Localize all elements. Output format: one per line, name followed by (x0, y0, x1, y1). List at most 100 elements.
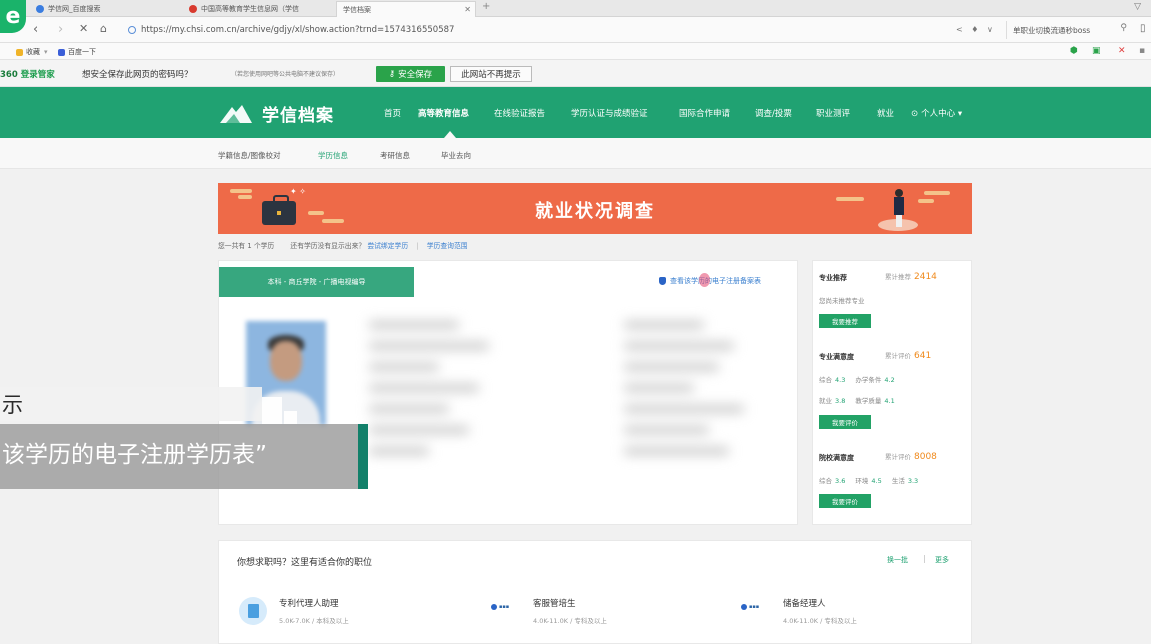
nav-certification[interactable]: 学历认证与成绩验证 (571, 107, 648, 119)
sidebar-toggle-icon[interactable]: ▯ (1140, 23, 1146, 34)
tab-title: 学信网_百度搜索 (48, 5, 101, 13)
tab-chsi-home[interactable]: 中国高等教育学生信息网（学信 (183, 1, 333, 17)
stop-icon[interactable]: ✕ (79, 22, 88, 35)
nav-career-test[interactable]: 职业测评 (816, 107, 850, 119)
search-text: 单职业切换流通秒boss (1013, 25, 1091, 35)
browser-logo-icon[interactable]: e (0, 0, 26, 33)
more-jobs-link[interactable]: 更多 (935, 555, 949, 565)
bind-degree-link[interactable]: 尝试绑定学历 (367, 242, 408, 250)
url-text: https://my.chsi.com.cn/archive/gdjy/xl/s… (141, 25, 455, 35)
subnav-graduate-exam[interactable]: 考研信息 (380, 150, 410, 161)
browser-search-input[interactable]: 单职业切换流通秒boss ⚲ (1006, 21, 1131, 39)
missing-hint: 还有学历没有显示出来？ (290, 242, 366, 250)
baidu-favicon-icon (36, 5, 44, 13)
survey-banner[interactable]: ✦ ✧ 就业状况调查 (218, 183, 972, 234)
never-prompt-button[interactable]: 此网站不再提示 (450, 66, 532, 82)
shield-icon (659, 277, 666, 285)
company-logo-icon: ▪▪▪ (491, 599, 525, 615)
baidu-paw-icon (58, 48, 65, 56)
save-password-button[interactable]: ⚷ 安全保存 (376, 66, 445, 82)
url-field[interactable]: https://my.chsi.com.cn/archive/gdjy/xl/s… (128, 21, 1003, 39)
save-note: （若您使用网吧等公共电脑不建议保存） (231, 71, 340, 78)
360-logo: 360 登录管家 (0, 70, 55, 80)
major-sat-title: 专业满意度 (819, 353, 854, 361)
nav-user-center[interactable]: ⊙ 个人中心 ▾ (911, 107, 962, 119)
major-rec-title: 专业推荐 (819, 274, 847, 282)
banner-decoration (836, 197, 864, 201)
rate-school-button[interactable]: 我要评价 (819, 494, 871, 508)
major-sat-count: 累计评价 641 (885, 351, 932, 361)
search-icon[interactable]: ⚲ (1120, 23, 1127, 33)
close-extension-icon[interactable]: ✕ (1118, 46, 1126, 56)
subtitle-line-1: 示 (0, 387, 262, 421)
banner-decoration (230, 189, 252, 193)
site-logo[interactable]: 学信档案 (218, 101, 334, 126)
banner-decoration (918, 199, 934, 203)
subnav-destination[interactable]: 毕业去向 (441, 150, 471, 161)
tab-title: 中国高等教育学生信息网（学信 (201, 5, 299, 13)
tab-bar: 学信网_百度搜索 中国高等教育学生信息网（学信 学信档案 ✕ + ▽ (0, 0, 1151, 17)
forward-icon[interactable]: › (58, 22, 63, 37)
subnav-status-photo[interactable]: 学籍信息/图像校对 (218, 150, 281, 161)
home-icon[interactable]: ⌂ (100, 22, 107, 35)
nav-home[interactable]: 首页 (384, 107, 401, 119)
job-item[interactable]: ▪▪▪ 储备经理人 4.0K-11.0K / 专科及以上 (741, 597, 857, 625)
school-sat-title: 院校满意度 (819, 454, 854, 462)
subtitle-decoration (284, 411, 297, 424)
back-icon[interactable]: ‹ (33, 22, 38, 37)
degree-count-line: 您一共有 1 个学历 还有学历没有显示出来？ 尝试绑定学历 | 学历查询范围 (218, 242, 468, 250)
job-name: 储备经理人 (783, 599, 826, 609)
chsi-logo-icon (220, 104, 252, 123)
rate-major-button[interactable]: 我要评价 (819, 415, 871, 429)
jobs-title: 你想求职吗？这里有适合你的职位 (237, 558, 373, 568)
tab-list-icon[interactable]: ▽ (1134, 2, 1141, 12)
job-meta: 4.0K-11.0K / 专科及以上 (533, 617, 607, 625)
tab-baidu-search[interactable]: 学信网_百度搜索 (30, 1, 180, 17)
bookmark-favorites[interactable]: 收藏 ▾ (16, 47, 48, 57)
subnav-degree-info[interactable]: 学历信息 (318, 150, 348, 161)
bookmark-label: 收藏 (26, 48, 40, 56)
tab-title: 学信档案 (343, 5, 371, 14)
blurred-degree-info (624, 321, 764, 496)
job-item[interactable]: 专利代理人助理 5.0K-7.0K / 本科及以上 (239, 597, 349, 625)
nav-higher-education[interactable]: 高等教育信息 (418, 107, 469, 119)
refresh-jobs-link[interactable]: 换一批 (887, 555, 908, 565)
save-question: 想安全保存此网页的密码吗？ (82, 70, 193, 80)
job-name: 专利代理人助理 (279, 599, 339, 609)
major-rec-count: 累计推荐 2414 (885, 272, 937, 282)
security-icon (128, 26, 136, 34)
extension-icon[interactable]: ▣ (1092, 46, 1101, 56)
close-tab-icon[interactable]: ✕ (464, 5, 471, 14)
banner-decoration (924, 191, 950, 195)
new-tab-button[interactable]: + (482, 1, 490, 12)
job-meta: 5.0K-7.0K / 本科及以上 (279, 617, 349, 625)
star-icon (16, 48, 23, 56)
nav-international[interactable]: 国际合作申请 (679, 107, 730, 119)
bookmark-baidu[interactable]: 百度一下 (58, 47, 96, 57)
bookmark-label: 百度一下 (68, 48, 96, 56)
mouse-cursor-highlight (699, 273, 710, 287)
share-icon[interactable]: < ♦ ∨ (956, 25, 996, 34)
nav-survey[interactable]: 调查/投票 (755, 107, 792, 119)
degree-tab[interactable]: 本科 - 商丘学院 - 广播电视编导 (219, 267, 414, 297)
blurred-degree-info (369, 321, 509, 496)
job-item[interactable]: ▪▪▪ 客服管培生 4.0K-11.0K / 专科及以上 (491, 597, 607, 625)
school-sat-row: 综合 3.6 环境 4.5 生活 3.3 (819, 477, 919, 485)
recommend-button[interactable]: 我要推荐 (819, 314, 871, 328)
password-save-bar: 360 登录管家 想安全保存此网页的密码吗？ （若您使用网吧等公共电脑不建议保存… (0, 60, 1151, 87)
address-bar: ‹ › ✕ ⌂ https://my.chsi.com.cn/archive/g… (0, 17, 1151, 43)
nav-employment[interactable]: 就业 (877, 107, 894, 119)
school-sat-count: 累计评价 8008 (885, 452, 937, 462)
job-name: 客服管培生 (533, 599, 576, 609)
shield-icon[interactable]: ⬢ (1070, 46, 1078, 56)
view-registration-link[interactable]: 查看该学历的电子注册备案表 (659, 276, 761, 286)
nav-online-report[interactable]: 在线验证报告 (494, 107, 545, 119)
chsi-favicon-icon (189, 5, 197, 13)
company-logo-icon: ▪▪▪ (741, 599, 775, 615)
query-scope-link[interactable]: 学历查询范围 (427, 242, 468, 250)
rating-panel: 专业推荐 累计推荐 2414 您尚未推荐专业 我要推荐 专业满意度 累计评价 641… (812, 260, 972, 525)
more-extensions-icon[interactable]: ▪ (1139, 46, 1145, 56)
divider: | (923, 554, 926, 563)
tab-xuexin-archive[interactable]: 学信档案 ✕ (336, 1, 476, 17)
active-nav-indicator (444, 131, 456, 138)
